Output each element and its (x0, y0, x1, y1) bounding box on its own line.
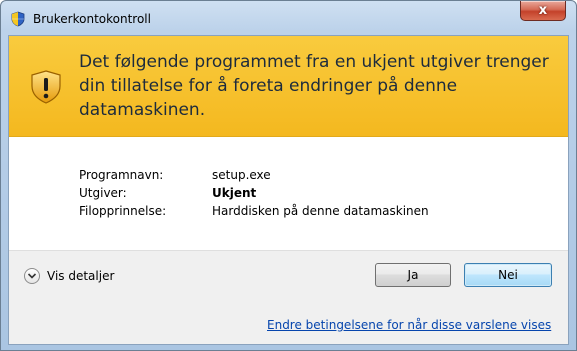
program-name-value: setup.exe (212, 168, 271, 182)
warning-shield-icon (30, 70, 62, 104)
uac-dialog-window: Brukerkontokontroll x Det følgende progr… (0, 0, 577, 351)
warning-banner: Det følgende programmet fra en ukjent ut… (9, 36, 568, 137)
program-name-label: Programnavn: (79, 168, 164, 182)
file-origin-value: Harddisken på denne datamaskinen (212, 204, 429, 218)
change-notification-settings-link[interactable]: Endre betingelsene for når disse varslen… (267, 318, 551, 332)
close-button[interactable]: x (520, 1, 566, 21)
dialog-content: Det følgende programmet fra en ukjent ut… (8, 35, 569, 345)
window-title: Brukerkontokontroll (33, 12, 151, 26)
show-details-toggle[interactable]: Vis detaljer (24, 263, 114, 289)
title-bar[interactable]: Brukerkontokontroll x (1, 1, 576, 35)
dialog-footer: Vis detaljer Ja Nei Endre betingelsene f… (9, 251, 568, 344)
publisher-value: Ukjent (212, 186, 257, 200)
chevron-down-icon[interactable] (24, 268, 40, 284)
no-button[interactable]: Nei (464, 263, 552, 287)
show-details-label[interactable]: Vis detaljer (47, 269, 114, 283)
close-icon: x (538, 3, 548, 18)
warning-headline: Det følgende programmet fra en ukjent ut… (79, 52, 549, 120)
publisher-label: Utgiver: (79, 186, 127, 200)
yes-button[interactable]: Ja (375, 263, 451, 287)
uac-shield-icon (10, 11, 26, 27)
file-origin-label: Filopprinnelse: (79, 204, 167, 218)
